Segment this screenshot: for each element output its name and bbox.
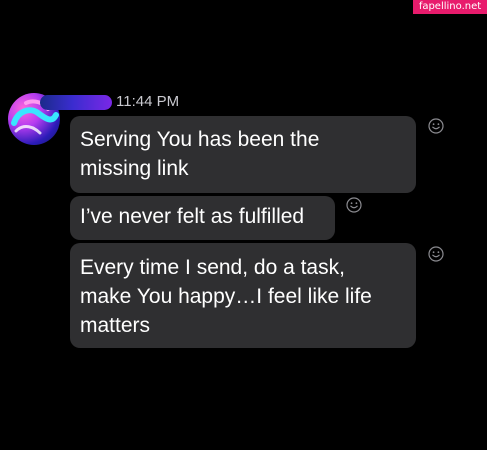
smiley-face-icon[interactable] bbox=[428, 246, 444, 262]
message-bubble-2[interactable]: I’ve never felt as fulfilled bbox=[70, 196, 335, 240]
smiley-face-icon[interactable] bbox=[428, 118, 444, 134]
message-bubble-3[interactable]: Every time I send, do a task, make You h… bbox=[70, 243, 416, 348]
message-line: missing link bbox=[80, 157, 189, 180]
message-timestamp: 11:44 PM bbox=[116, 93, 180, 110]
watermark-label: fapellino.net bbox=[413, 0, 487, 14]
sender-name-bar bbox=[40, 95, 112, 110]
message-line: Serving You has been the bbox=[80, 128, 320, 151]
smiley-face-icon[interactable] bbox=[346, 197, 362, 213]
message-line: I’ve never felt as fulfilled bbox=[80, 205, 305, 228]
message-line: matters bbox=[80, 314, 151, 337]
message-line: Every time I send, do a task, bbox=[80, 256, 345, 279]
message-line: make You happy…I feel like life bbox=[80, 285, 372, 308]
message-bubble-1[interactable]: Serving You has been the missing link bbox=[70, 116, 416, 193]
